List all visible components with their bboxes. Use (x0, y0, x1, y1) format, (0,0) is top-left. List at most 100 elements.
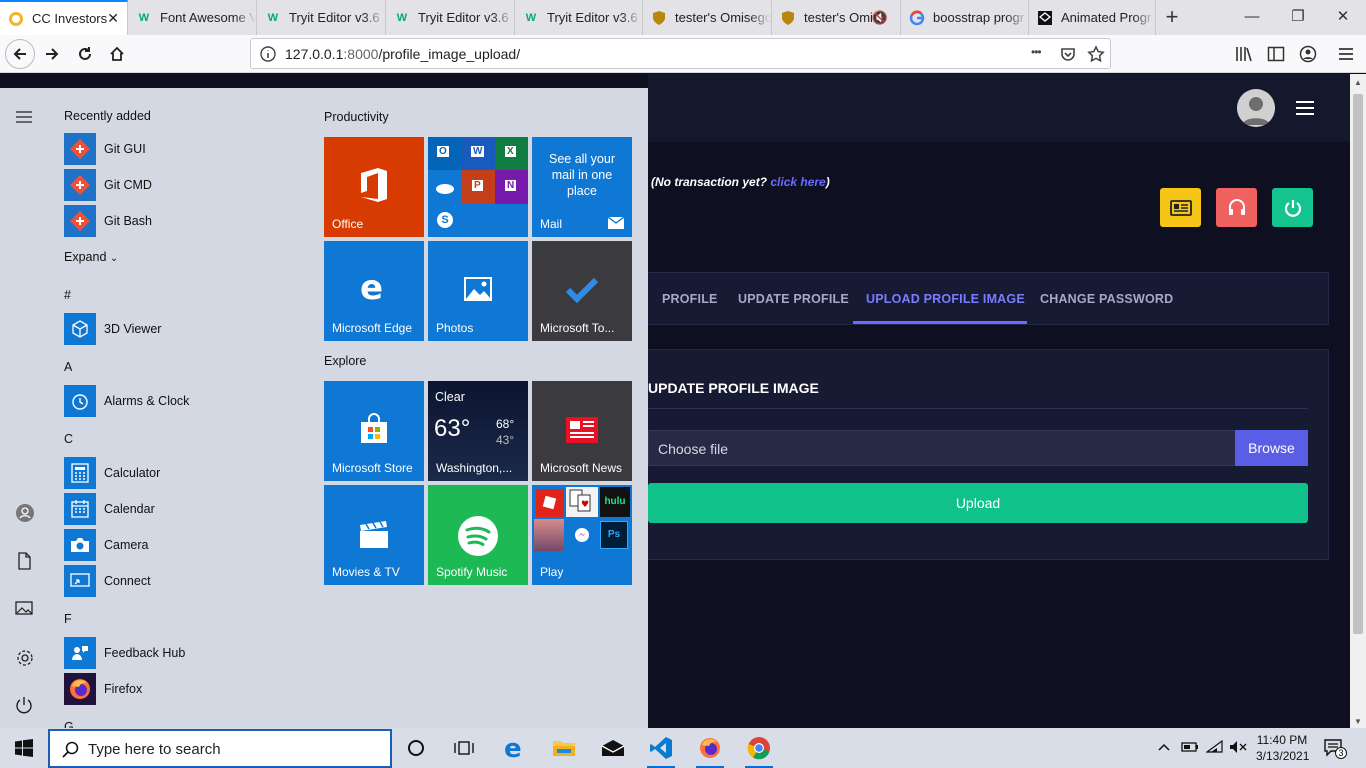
tile-movies-tv[interactable]: Movies & TV (324, 485, 424, 585)
taskbar-file-explorer[interactable] (540, 728, 588, 768)
close-tab-icon[interactable]: ✕ (107, 10, 119, 27)
back-button[interactable] (5, 39, 35, 69)
taskbar-edge[interactable]: e (491, 728, 539, 768)
chevron-down-icon: ⌄ (109, 253, 119, 264)
scrollbar-thumb[interactable] (1353, 94, 1363, 634)
pocket-icon[interactable] (1059, 45, 1077, 68)
tab-update-profile[interactable]: UPDATE PROFILE (738, 292, 849, 306)
tile-spotify[interactable]: Spotify Music (428, 485, 528, 585)
section-letter[interactable]: A (64, 360, 72, 374)
tile-play-folder[interactable]: ♥ hulu Ps Play (532, 485, 632, 585)
browser-tab[interactable]: CC Investors ✕ (0, 0, 128, 35)
logout-button[interactable] (1272, 188, 1313, 227)
menu-icon[interactable] (1338, 45, 1354, 68)
wifi-icon[interactable] (1205, 739, 1224, 759)
page-scrollbar[interactable]: ▲ ▼ (1350, 74, 1366, 728)
cortana-button[interactable] (392, 728, 440, 768)
account-icon[interactable] (1299, 45, 1317, 68)
browser-tab[interactable]: Animated Progr (1029, 0, 1156, 35)
start-button[interactable] (0, 728, 48, 768)
browser-tab[interactable]: W Tryit Editor v3.6 (257, 0, 386, 35)
sidebar-icon[interactable] (1267, 45, 1285, 68)
browser-tab[interactable]: W Tryit Editor v3.6 (386, 0, 515, 35)
user-avatar[interactable] (1237, 89, 1275, 127)
app-3d-viewer[interactable]: 3D Viewer (64, 313, 161, 345)
mute-tab-icon[interactable]: 🔇 (872, 10, 888, 26)
scroll-down-icon[interactable]: ▼ (1354, 717, 1362, 726)
app-calculator[interactable]: Calculator (64, 457, 160, 489)
click-here-link[interactable]: click here (770, 175, 825, 189)
start-hamburger-icon[interactable] (15, 110, 33, 129)
settings-gear-icon[interactable] (15, 648, 35, 673)
vscode-icon (650, 737, 672, 759)
app-git-cmd[interactable]: Git CMD (64, 169, 152, 201)
w3schools-favicon-icon: W (267, 11, 279, 24)
page-actions-icon[interactable]: ••• (1031, 45, 1042, 59)
support-button[interactable] (1216, 188, 1257, 227)
app-calendar[interactable]: Calendar (64, 493, 155, 525)
scroll-up-icon[interactable]: ▲ (1354, 78, 1362, 87)
reload-button[interactable] (70, 39, 100, 69)
browser-tab[interactable]: tester's Omis 🔇 (772, 0, 901, 35)
new-tab-button[interactable]: + (1158, 4, 1186, 32)
app-git-bash[interactable]: Git Bash (64, 205, 152, 237)
taskbar-vscode[interactable] (637, 728, 685, 768)
taskbar-search-input[interactable]: Type here to search (48, 729, 392, 768)
tab-upload-profile-image[interactable]: UPLOAD PROFILE IMAGE (866, 292, 1025, 306)
taskbar-clock[interactable]: 11:40 PM 3/13/2021 (1256, 732, 1309, 764)
forward-button[interactable] (37, 39, 67, 69)
restore-button[interactable]: ❐ (1275, 0, 1321, 35)
tab-profile[interactable]: PROFILE (662, 292, 718, 306)
tile-photos[interactable]: Photos (428, 241, 528, 341)
taskbar-firefox[interactable] (686, 728, 734, 768)
id-card-button[interactable] (1160, 188, 1201, 227)
pictures-icon[interactable] (15, 600, 33, 621)
section-letter[interactable]: C (64, 432, 73, 446)
page-menu-button[interactable] (1296, 101, 1314, 119)
upload-button[interactable]: Upload (648, 483, 1308, 523)
tile-mail[interactable]: See all your mail in one place Mail (532, 137, 632, 237)
app-connect[interactable]: Connect (64, 565, 151, 597)
browser-tab[interactable]: W Tryit Editor v3.6 (515, 0, 643, 35)
close-window-button[interactable]: ✕ (1320, 0, 1366, 35)
taskbar-chrome[interactable] (735, 728, 783, 768)
tile-microsoft-store[interactable]: Microsoft Store (324, 381, 424, 481)
app-alarms-clock[interactable]: Alarms & Clock (64, 385, 189, 417)
section-letter[interactable]: G (64, 720, 74, 728)
tab-change-password[interactable]: CHANGE PASSWORD (1040, 292, 1173, 306)
app-camera[interactable]: Camera (64, 529, 148, 561)
browse-button[interactable]: Browse (1235, 430, 1308, 466)
browser-tab[interactable]: W Font Awesome V (128, 0, 257, 35)
show-hidden-icons-chevron-icon[interactable] (1157, 740, 1171, 759)
browser-tab[interactable]: boosstrap progr (901, 0, 1029, 35)
minimize-button[interactable]: — (1229, 0, 1275, 35)
tile-office-apps-folder[interactable]: O W X P N S (428, 137, 528, 237)
app-feedback-hub[interactable]: Feedback Hub (64, 637, 185, 669)
section-letter[interactable]: F (64, 612, 72, 626)
power-icon[interactable] (15, 696, 33, 719)
tile-microsoft-todo[interactable]: Microsoft To... (532, 241, 632, 341)
library-icon[interactable] (1235, 45, 1253, 68)
clock-time: 11:40 PM (1256, 733, 1308, 747)
user-account-icon[interactable] (15, 503, 35, 528)
expand-button[interactable]: Expand ⌄ (64, 250, 118, 264)
battery-icon[interactable] (1181, 740, 1199, 759)
site-info-icon[interactable] (260, 46, 276, 67)
app-git-gui[interactable]: Git GUI (64, 133, 146, 165)
action-center-button[interactable]: 3 (1324, 738, 1347, 763)
tile-microsoft-edge[interactable]: e Microsoft Edge (324, 241, 424, 341)
bookmark-star-icon[interactable] (1087, 45, 1105, 68)
documents-icon[interactable] (15, 552, 33, 575)
tile-weather[interactable]: Clear 63° 68° 43° Washington,... (428, 381, 528, 481)
file-input[interactable]: Choose file (648, 430, 1236, 466)
section-letter[interactable]: # (64, 288, 71, 302)
taskbar-mail[interactable] (589, 728, 637, 768)
tile-office[interactable]: Office (324, 137, 424, 237)
address-bar[interactable]: 127.0.0.1:8000/profile_image_upload/ ••• (250, 38, 1111, 69)
app-firefox[interactable]: Firefox (64, 673, 142, 705)
volume-muted-icon[interactable] (1229, 740, 1247, 759)
tile-microsoft-news[interactable]: Microsoft News (532, 381, 632, 481)
browser-tab[interactable]: tester's Omisego (643, 0, 772, 35)
task-view-button[interactable] (440, 728, 488, 768)
home-button[interactable] (102, 39, 132, 69)
